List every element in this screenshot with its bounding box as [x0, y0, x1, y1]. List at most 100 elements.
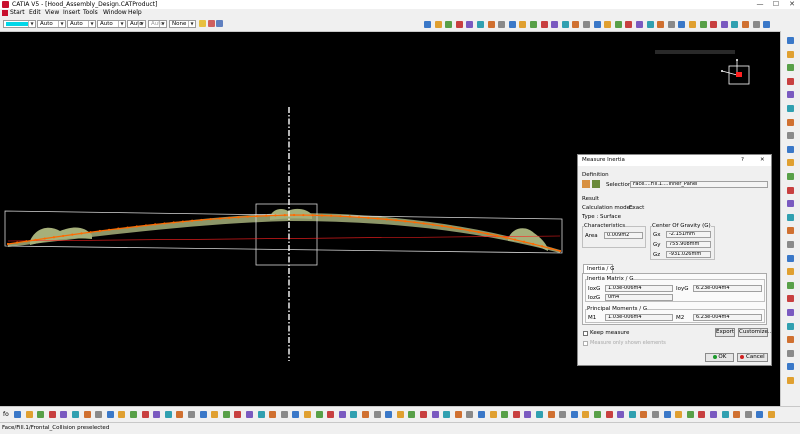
workbench-tool-icon[interactable]: [787, 227, 794, 235]
menu-view[interactable]: View: [45, 9, 59, 17]
view-tool-icon[interactable]: [689, 21, 696, 28]
command-tool-icon[interactable]: [686, 411, 694, 418]
command-tool-icon[interactable]: [768, 411, 775, 418]
transparency-combo[interactable]: Auto ▼: [37, 20, 66, 28]
lineweight-combo[interactable]: Auto ▼: [97, 20, 126, 28]
command-tool-icon[interactable]: [130, 411, 137, 418]
view-tool-icon[interactable]: [667, 21, 675, 28]
command-tool-icon[interactable]: [385, 411, 393, 418]
minimize-button[interactable]: —: [752, 0, 768, 9]
workbench-tool-icon[interactable]: [787, 213, 794, 221]
command-tool-icon[interactable]: [570, 411, 578, 418]
command-tool-icon[interactable]: [48, 411, 56, 418]
command-tool-icon[interactable]: [37, 411, 45, 418]
view-tool-icon[interactable]: [455, 21, 463, 28]
workbench-tool-icon[interactable]: [787, 91, 794, 99]
workbench-tool-icon[interactable]: [787, 349, 794, 357]
workbench-tool-icon[interactable]: [787, 50, 794, 58]
command-tool-icon[interactable]: [234, 411, 242, 418]
ok-button[interactable]: OK: [705, 353, 734, 362]
command-tool-icon[interactable]: [698, 411, 706, 418]
view-tool-icon[interactable]: [752, 21, 760, 28]
command-tool-icon[interactable]: [350, 411, 358, 418]
workbench-tool-icon[interactable]: [787, 363, 794, 371]
command-tool-icon[interactable]: [257, 411, 265, 418]
command-tool-icon[interactable]: [640, 411, 648, 418]
command-tool-icon[interactable]: [710, 411, 717, 418]
workbench-tool-icon[interactable]: [787, 254, 794, 262]
command-tool-icon[interactable]: [733, 411, 741, 418]
view-tool-icon[interactable]: [710, 21, 718, 28]
command-tool-icon[interactable]: [338, 411, 346, 418]
help-button[interactable]: ?: [741, 157, 744, 163]
color-combo[interactable]: ▼: [3, 20, 36, 28]
workbench-tool-icon[interactable]: [787, 309, 794, 316]
command-tool-icon[interactable]: [605, 411, 613, 418]
command-tool-icon[interactable]: [512, 411, 520, 418]
view-tool-icon[interactable]: [434, 21, 442, 28]
command-tool-icon[interactable]: [188, 411, 195, 418]
command-tool-icon[interactable]: [547, 411, 555, 418]
menu-help[interactable]: Help: [128, 9, 142, 17]
workbench-tool-icon[interactable]: [787, 200, 794, 208]
command-tool-icon[interactable]: [675, 411, 683, 418]
dialog-close-button[interactable]: ✕: [760, 157, 765, 163]
view-tool-icon[interactable]: [742, 21, 749, 28]
command-tool-icon[interactable]: [83, 411, 91, 418]
view-tool-icon[interactable]: [519, 21, 527, 28]
view-tool-icon[interactable]: [699, 21, 707, 28]
command-tool-icon[interactable]: [176, 411, 184, 418]
workbench-tool-icon[interactable]: [787, 64, 794, 72]
view-tool-icon[interactable]: [530, 21, 537, 28]
command-tool-icon[interactable]: [721, 411, 729, 418]
command-tool-icon[interactable]: [478, 411, 485, 418]
view-tool-icon[interactable]: [583, 21, 590, 28]
command-tool-icon[interactable]: [652, 411, 659, 418]
menu-insert[interactable]: Insert: [63, 9, 80, 17]
workbench-tool-icon[interactable]: [787, 336, 794, 344]
close-button[interactable]: ✕: [784, 0, 800, 9]
command-tool-icon[interactable]: [25, 411, 33, 418]
view-tool-icon[interactable]: [593, 21, 601, 28]
keep-measure-checkbox[interactable]: [583, 331, 588, 336]
command-tool-icon[interactable]: [304, 411, 311, 418]
view-tool-icon[interactable]: [720, 21, 728, 28]
view-tool-icon[interactable]: [466, 21, 474, 28]
view-tool-icon[interactable]: [551, 21, 559, 28]
command-tool-icon[interactable]: [396, 411, 404, 418]
workbench-tool-icon[interactable]: [787, 281, 794, 289]
only-shown-checkbox[interactable]: [583, 341, 588, 346]
command-tool-icon[interactable]: [199, 411, 207, 418]
view-tool-icon[interactable]: [646, 21, 654, 28]
command-tool-icon[interactable]: [141, 411, 149, 418]
workbench-tool-icon[interactable]: [787, 132, 794, 140]
command-tool-icon[interactable]: [617, 411, 625, 418]
view-tool-icon[interactable]: [636, 21, 643, 28]
command-tool-icon[interactable]: [280, 411, 288, 418]
view-tool-icon[interactable]: [540, 21, 548, 28]
properties-icon[interactable]: [208, 20, 215, 27]
command-tool-icon[interactable]: [582, 411, 590, 418]
view-tool-icon[interactable]: [487, 21, 495, 28]
linetype-combo[interactable]: Auto ▼: [67, 20, 96, 28]
command-tool-icon[interactable]: [211, 411, 219, 418]
layer-combo[interactable]: None ▼: [169, 20, 196, 28]
command-tool-icon[interactable]: [628, 411, 636, 418]
command-tool-icon[interactable]: [373, 411, 381, 418]
command-tool-icon[interactable]: [164, 411, 172, 418]
command-tool-icon[interactable]: [524, 411, 532, 418]
workbench-tool-icon[interactable]: [787, 377, 794, 384]
render-style-combo[interactable]: Auto ▼: [148, 20, 167, 28]
view-tool-icon[interactable]: [572, 21, 580, 28]
command-tool-icon[interactable]: [118, 411, 126, 418]
command-tool-icon[interactable]: [489, 411, 497, 418]
command-tool-icon[interactable]: [443, 411, 451, 418]
view-tool-icon[interactable]: [678, 21, 686, 28]
workbench-tool-icon[interactable]: [787, 241, 794, 248]
command-tool-icon[interactable]: [269, 411, 277, 418]
command-tool-icon[interactable]: [536, 411, 543, 418]
command-tool-icon[interactable]: [362, 411, 369, 418]
workbench-tool-icon[interactable]: [787, 186, 794, 194]
view-tool-icon[interactable]: [763, 21, 771, 28]
command-tool-icon[interactable]: [408, 411, 416, 418]
